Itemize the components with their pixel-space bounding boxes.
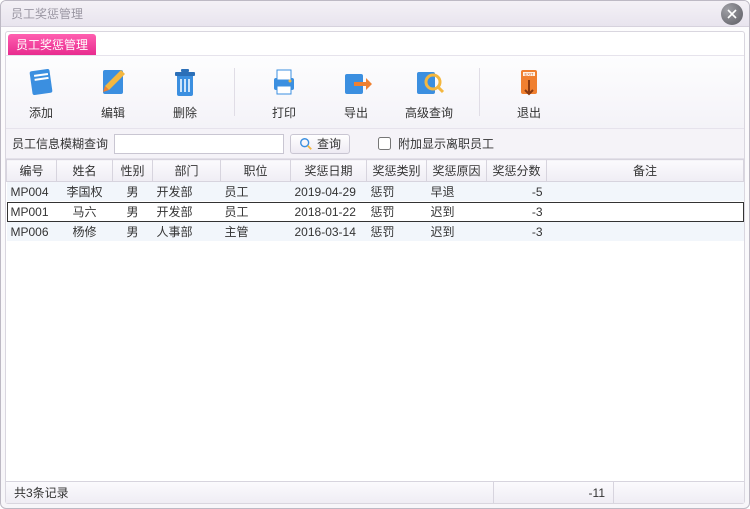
delete-button[interactable]: 删除	[162, 64, 208, 121]
cell-pos: 员工	[221, 202, 291, 222]
cell-dept: 开发部	[153, 202, 221, 222]
column-header[interactable]: 部门	[153, 160, 221, 182]
add-button[interactable]: 添加	[18, 64, 64, 121]
cell-date: 2019-04-29	[291, 182, 367, 202]
cell-type: 惩罚	[367, 182, 427, 202]
table-header: 编号姓名性别部门职位奖惩日期奖惩类别奖惩原因奖惩分数备注	[7, 160, 744, 182]
cell-type: 惩罚	[367, 202, 427, 222]
column-header[interactable]: 性别	[113, 160, 153, 182]
data-table: 编号姓名性别部门职位奖惩日期奖惩类别奖惩原因奖惩分数备注 MP004李国权男开发…	[6, 159, 744, 242]
export-label: 导出	[344, 104, 368, 121]
exit-icon: EXIT	[511, 64, 547, 100]
cell-reason: 迟到	[427, 222, 487, 242]
cell-id: MP001	[7, 202, 57, 222]
advanced-query-label: 高级查询	[405, 104, 453, 121]
status-sum: -11	[494, 482, 614, 503]
export-button[interactable]: 导出	[333, 64, 379, 121]
table-row[interactable]: MP001马六男开发部员工2018-01-22惩罚迟到-3	[7, 202, 744, 222]
column-header[interactable]: 职位	[221, 160, 291, 182]
add-label: 添加	[29, 104, 53, 121]
show-left-checkbox[interactable]: 附加显示离职员工	[374, 134, 494, 153]
delete-icon	[167, 64, 203, 100]
cell-date: 2018-01-22	[291, 202, 367, 222]
cell-dept: 人事部	[153, 222, 221, 242]
cell-pos: 员工	[221, 182, 291, 202]
edit-button[interactable]: 编辑	[90, 64, 136, 121]
search-input[interactable]	[114, 134, 284, 154]
table-row[interactable]: MP004李国权男开发部员工2019-04-29惩罚早退-5	[7, 182, 744, 202]
svg-text:EXIT: EXIT	[525, 71, 534, 76]
add-icon	[23, 64, 59, 100]
inner-panel: 员工奖惩管理 添加 编辑	[5, 31, 745, 504]
cell-dept: 开发部	[153, 182, 221, 202]
delete-label: 删除	[173, 104, 197, 121]
table-body: MP004李国权男开发部员工2019-04-29惩罚早退-5MP001马六男开发…	[7, 182, 744, 242]
show-left-label: 附加显示离职员工	[398, 135, 494, 152]
table-row[interactable]: MP006杨修男人事部主管2016-03-14惩罚迟到-3	[7, 222, 744, 242]
column-header[interactable]: 奖惩类别	[367, 160, 427, 182]
advanced-query-button[interactable]: 高级查询	[405, 64, 453, 121]
toolbar-separator	[234, 68, 235, 116]
exit-label: 退出	[517, 104, 541, 121]
cell-id: MP004	[7, 182, 57, 202]
edit-label: 编辑	[101, 104, 125, 121]
print-label: 打印	[272, 104, 296, 121]
data-table-wrap: 编号姓名性别部门职位奖惩日期奖惩类别奖惩原因奖惩分数备注 MP004李国权男开发…	[6, 159, 744, 481]
edit-icon	[95, 64, 131, 100]
cell-date: 2016-03-14	[291, 222, 367, 242]
column-header[interactable]: 奖惩原因	[427, 160, 487, 182]
cell-remark	[547, 222, 744, 242]
search-label: 员工信息模糊查询	[12, 135, 108, 152]
toolbar: 添加 编辑 删除	[6, 55, 744, 129]
tab-reward-punish[interactable]: 员工奖惩管理	[8, 34, 96, 55]
cell-gender: 男	[113, 222, 153, 242]
print-button[interactable]: 打印	[261, 64, 307, 121]
column-header[interactable]: 奖惩分数	[487, 160, 547, 182]
cell-name: 杨修	[57, 222, 113, 242]
cell-remark	[547, 202, 744, 222]
cell-remark	[547, 182, 744, 202]
cell-gender: 男	[113, 202, 153, 222]
cell-reason: 早退	[427, 182, 487, 202]
column-header[interactable]: 编号	[7, 160, 57, 182]
content-area: 员工奖惩管理 添加 编辑	[1, 27, 749, 508]
query-label: 查询	[317, 135, 341, 152]
cell-pos: 主管	[221, 222, 291, 242]
exit-button[interactable]: EXIT 退出	[506, 64, 552, 121]
show-left-input[interactable]	[378, 137, 391, 150]
cell-reason: 迟到	[427, 202, 487, 222]
cell-score: -3	[487, 202, 547, 222]
status-count: 共3条记录	[6, 482, 494, 503]
status-bar: 共3条记录 -11	[6, 481, 744, 503]
toolbar-separator	[479, 68, 480, 116]
close-button[interactable]	[721, 3, 743, 25]
status-spacer	[614, 482, 744, 503]
cell-id: MP006	[7, 222, 57, 242]
column-header[interactable]: 奖惩日期	[291, 160, 367, 182]
query-button[interactable]: 查询	[290, 134, 350, 154]
cell-score: -5	[487, 182, 547, 202]
cell-type: 惩罚	[367, 222, 427, 242]
cell-name: 马六	[57, 202, 113, 222]
column-header[interactable]: 备注	[547, 160, 744, 182]
search-bar: 员工信息模糊查询 查询 附加显示离职员工	[6, 129, 744, 159]
cell-score: -3	[487, 222, 547, 242]
window-title: 员工奖惩管理	[11, 5, 721, 22]
cell-gender: 男	[113, 182, 153, 202]
column-header[interactable]: 姓名	[57, 160, 113, 182]
app-window: 员工奖惩管理 员工奖惩管理 添加 编辑	[0, 0, 750, 509]
titlebar: 员工奖惩管理	[1, 1, 749, 27]
export-icon	[338, 64, 374, 100]
print-icon	[266, 64, 302, 100]
search-icon	[411, 64, 447, 100]
magnifier-icon	[299, 137, 313, 151]
cell-name: 李国权	[57, 182, 113, 202]
